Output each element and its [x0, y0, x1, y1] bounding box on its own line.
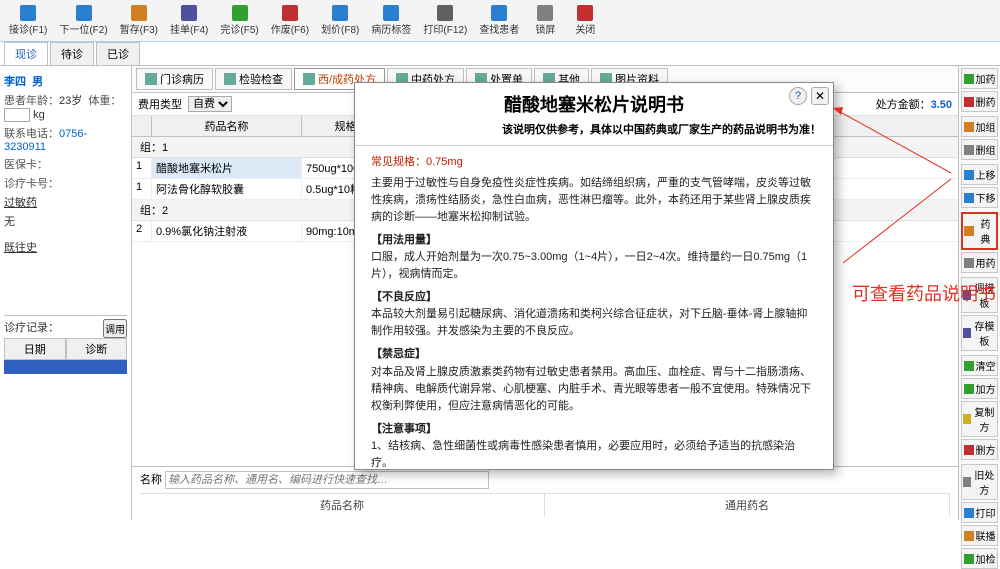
action-加方[interactable]: 加方 — [961, 378, 998, 399]
action-联播[interactable]: 联播 — [961, 525, 998, 546]
toolbar-下一位(F2)[interactable]: 下一位(F2) — [54, 2, 112, 39]
toolbar-作废(F6)[interactable]: 作废(F6) — [266, 2, 314, 39]
weight-input[interactable] — [4, 108, 30, 122]
action-打印[interactable]: 打印 — [961, 502, 998, 523]
action-清空[interactable]: 清空 — [961, 355, 998, 376]
toolbar-挂单(F4)[interactable]: 挂单(F4) — [165, 2, 213, 39]
patient-panel: 李四 男 患者年龄：23岁 体重： kg 联系电话：0756-3230911 医… — [0, 66, 132, 520]
visit-tabs: 现诊待诊已诊 — [0, 42, 1000, 66]
annotation-text: 可查看药品说明书 — [852, 280, 996, 306]
toolbar-暂存(F3)[interactable]: 暂存(F3) — [115, 2, 163, 39]
drug-search-input[interactable] — [165, 471, 489, 489]
pay-type-select[interactable]: 自费 — [188, 96, 232, 112]
toolbar-锁屏[interactable]: 锁屏 — [526, 2, 564, 39]
toolbar-接诊(F1)[interactable]: 接诊(F1) — [4, 2, 52, 39]
tab-已诊[interactable]: 已诊 — [96, 42, 140, 65]
toolbar-完诊(F5)[interactable]: 完诊(F5) — [215, 2, 263, 39]
subtab-检验检查[interactable]: 检验检查 — [215, 68, 292, 90]
close-icon[interactable]: ✕ — [811, 87, 829, 105]
help-icon[interactable]: ? — [789, 87, 807, 105]
subtab-门诊病历[interactable]: 门诊病历 — [136, 68, 213, 90]
popup-content: 常见规格：0.75mg 主要用于过敏性与自身免疫性炎症性疾病。如结缔组织病，严重… — [355, 146, 833, 469]
action-加组[interactable]: 加组 — [961, 116, 998, 137]
action-用药[interactable]: 用药 — [961, 252, 998, 273]
action-上移[interactable]: 上移 — [961, 164, 998, 185]
toolbar-病历标签[interactable]: 病历标签 — [366, 2, 416, 39]
action-删药[interactable]: 删药 — [961, 91, 998, 112]
action-删组[interactable]: 删组 — [961, 139, 998, 160]
toolbar-查找患者[interactable]: 查找患者 — [474, 2, 524, 39]
action-加药[interactable]: 加药 — [961, 68, 998, 89]
toolbar-打印(F12)[interactable]: 打印(F12) — [418, 2, 472, 39]
action-复制方[interactable]: 复制方 — [961, 401, 998, 437]
patient-sex: 男 — [32, 76, 43, 88]
drug-manual-popup: ? ✕ 醋酸地塞米松片说明书 该说明仅供参考，具体以中国药典或厂家生产的药品说明… — [354, 82, 834, 470]
tab-现诊[interactable]: 现诊 — [4, 42, 48, 65]
diag-selected-row[interactable] — [4, 360, 127, 374]
action-药典[interactable]: 药典 — [961, 212, 998, 250]
patient-name: 李四 — [4, 76, 26, 88]
toolbar-关闭[interactable]: 关闭 — [566, 2, 604, 39]
action-下移[interactable]: 下移 — [961, 187, 998, 208]
main-toolbar: 接诊(F1)下一位(F2)暂存(F3)挂单(F4)完诊(F5)作废(F6)划价(… — [0, 0, 1000, 42]
action-旧处方[interactable]: 旧处方 — [961, 464, 998, 500]
action-存模板[interactable]: 存模板 — [961, 315, 998, 351]
toolbar-划价(F8)[interactable]: 划价(F8) — [316, 2, 364, 39]
action-加检[interactable]: 加检 — [961, 548, 998, 569]
call-button[interactable]: 调用 — [103, 319, 127, 338]
action-删方[interactable]: 删方 — [961, 439, 998, 460]
tab-待诊[interactable]: 待诊 — [50, 42, 94, 65]
